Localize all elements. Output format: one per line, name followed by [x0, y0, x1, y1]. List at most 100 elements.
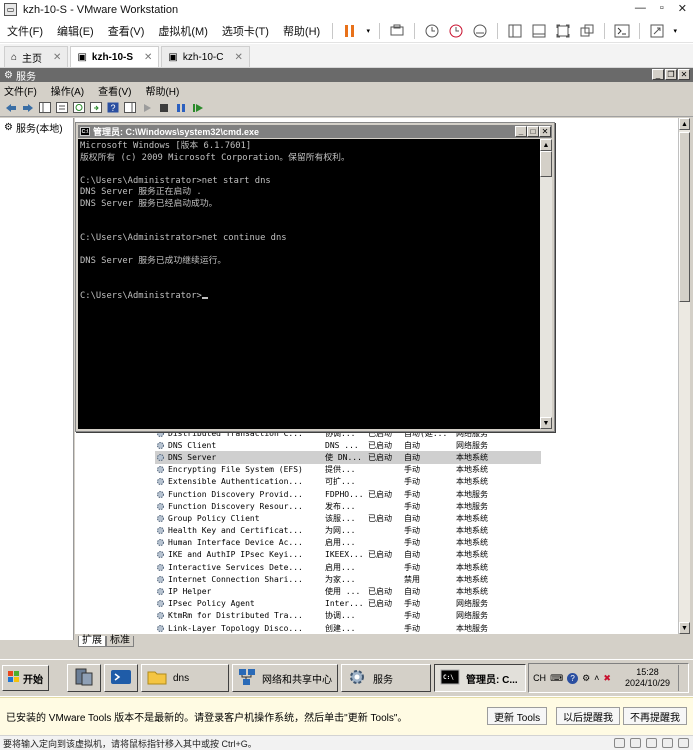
- help-icon[interactable]: ?: [105, 101, 120, 115]
- table-row[interactable]: Function Discovery Provid... FDPHO... 已启动 手…: [155, 488, 541, 500]
- services-restore-button[interactable]: ❐: [665, 69, 677, 80]
- update-tools-button[interactable]: 更新 Tools: [487, 707, 548, 725]
- remind-later-button[interactable]: 以后提醒我: [556, 707, 620, 725]
- scroll-up-icon[interactable]: ▲: [679, 118, 690, 130]
- settings-icon[interactable]: ⚙: [582, 673, 590, 684]
- scroll-thumb[interactable]: [540, 151, 552, 177]
- revert-snapshot-icon[interactable]: [446, 21, 466, 41]
- tab-extended[interactable]: 扩展: [78, 636, 106, 647]
- table-row[interactable]: IP Helper 使用 ... 已启动 自动 本地系统: [155, 585, 541, 597]
- services-minimize-button[interactable]: _: [652, 69, 664, 80]
- close-tab-icon[interactable]: ✕: [234, 52, 242, 63]
- menu-help[interactable]: 帮助(H): [276, 23, 327, 39]
- show-hide-action-pane-icon[interactable]: [122, 101, 137, 115]
- pause-dropdown-icon[interactable]: ▾: [364, 21, 372, 41]
- menu-vm[interactable]: 虚拟机(M): [151, 23, 215, 39]
- properties-icon[interactable]: [54, 101, 69, 115]
- show-hidden-icons-icon[interactable]: ˄: [594, 673, 599, 683]
- network-warning-icon[interactable]: ✖: [603, 673, 611, 684]
- scroll-up-icon[interactable]: ▲: [540, 139, 552, 151]
- snapshot-manager-icon[interactable]: [470, 21, 490, 41]
- taskbar-cmd[interactable]: C:\ 管理员: C...: [434, 664, 526, 692]
- start-service-icon[interactable]: [139, 101, 154, 115]
- tree-item-services-local[interactable]: ⚙ 服务(本地): [0, 118, 73, 137]
- send-ctrl-alt-del-icon[interactable]: [387, 21, 407, 41]
- menu-view[interactable]: 查看(V): [101, 23, 152, 39]
- menu-file[interactable]: 文件(F): [0, 23, 50, 39]
- menu-tabs[interactable]: 选项卡(T): [215, 23, 276, 39]
- menu-edit[interactable]: 编辑(E): [50, 23, 101, 39]
- table-row[interactable]: Interactive Services Dete... 启用... 手动 本地系统: [155, 561, 541, 573]
- stop-service-icon[interactable]: [156, 101, 171, 115]
- cmd-window[interactable]: C:\ 管理员: C:\Windows\system32\cmd.exe _ □…: [75, 122, 555, 432]
- stretch-dropdown-icon[interactable]: ▾: [671, 21, 679, 41]
- table-row[interactable]: Extensible Authentication... 可扩... 手动 本地系统: [155, 476, 541, 488]
- tab-home[interactable]: ⌂ 主页 ✕: [4, 46, 69, 67]
- table-row[interactable]: KtmRm for Distributed Tra... 协调... 手动 网络服务: [155, 610, 541, 622]
- close-tab-icon[interactable]: ✕: [53, 52, 61, 63]
- restart-service-icon[interactable]: [190, 101, 205, 115]
- table-row[interactable]: Health Key and Certificat... 为网... 手动 本地系统: [155, 525, 541, 537]
- clock[interactable]: 15:28 2024/10/29: [625, 667, 670, 689]
- cmd-close-button[interactable]: ✕: [539, 126, 551, 137]
- scroll-thumb[interactable]: [679, 132, 690, 302]
- snapshot-icon[interactable]: [422, 21, 442, 41]
- scroll-down-icon[interactable]: ▼: [540, 417, 552, 429]
- cdrom-icon[interactable]: [630, 738, 641, 748]
- table-row[interactable]: Group Policy Client 该服... 已启动 自动 本地系统: [155, 512, 541, 524]
- services-close-button[interactable]: ✕: [678, 69, 690, 80]
- svc-menu-help[interactable]: 帮助(H): [145, 83, 179, 98]
- maximize-icon[interactable]: ▫: [660, 2, 664, 15]
- taskbar-network-center[interactable]: 网络和共享中心: [232, 664, 338, 692]
- display-icon[interactable]: [678, 738, 689, 748]
- close-icon[interactable]: ✕: [678, 2, 687, 15]
- svc-menu-action[interactable]: 操作(A): [51, 83, 84, 98]
- svc-menu-view[interactable]: 查看(V): [98, 83, 131, 98]
- start-button[interactable]: 开始: [2, 665, 49, 691]
- hdd-icon[interactable]: [614, 738, 625, 748]
- table-row[interactable]: Internet Connection Shari... 为家... 禁用 本地系统: [155, 573, 541, 585]
- back-icon[interactable]: [3, 101, 18, 115]
- refresh-icon[interactable]: [71, 101, 86, 115]
- usb-icon[interactable]: [662, 738, 673, 748]
- table-row[interactable]: DNS Client DNS ... 已启动 自动 网络服务: [155, 439, 541, 451]
- cmd-console-output[interactable]: Microsoft Windows [版本 6.1.7601] 版权所有 (c) …: [78, 139, 540, 429]
- close-tab-icon[interactable]: ✕: [144, 52, 152, 63]
- pause-service-icon[interactable]: [173, 101, 188, 115]
- table-row[interactable]: IPsec Policy Agent Inter... 已启动 手动 网络服务: [155, 598, 541, 610]
- taskbar-dns-folder[interactable]: dns: [141, 664, 229, 692]
- taskbar-powershell[interactable]: [104, 664, 138, 692]
- guest-screen[interactable]: ⚙ 服务 _ ❐ ✕ 文件(F) 操作(A) 查看(V) 帮助(H) ? ⚙ 服…: [0, 68, 693, 696]
- taskbar-services[interactable]: 服务: [341, 664, 431, 692]
- table-row[interactable]: DNS Server 使 DN... 已启动 自动 本地系统: [155, 451, 541, 464]
- services-vertical-scrollbar[interactable]: ▲ ▼: [678, 118, 690, 634]
- taskbar-server-manager[interactable]: [67, 664, 101, 692]
- console-view-icon[interactable]: [529, 21, 549, 41]
- forward-icon[interactable]: [20, 101, 35, 115]
- language-indicator[interactable]: CH: [533, 673, 546, 683]
- export-list-icon[interactable]: [88, 101, 103, 115]
- table-row[interactable]: Link-Layer Topology Disco... 创建... 手动 本地服务: [155, 622, 541, 634]
- table-row[interactable]: Function Discovery Resour... 发布... 手动 本地服务: [155, 500, 541, 512]
- cmd-vertical-scrollbar[interactable]: ▲ ▼: [540, 139, 552, 429]
- fullscreen-icon[interactable]: [553, 21, 573, 41]
- terminal-icon[interactable]: [612, 21, 632, 41]
- network-adapter-icon[interactable]: [646, 738, 657, 748]
- unity-icon[interactable]: [577, 21, 597, 41]
- table-row[interactable]: IKE and AuthIP IPsec Keyi... IKEEX... 已启动 自…: [155, 549, 541, 561]
- svc-menu-file[interactable]: 文件(F): [4, 83, 37, 98]
- help-icon[interactable]: ?: [567, 672, 579, 684]
- pause-icon[interactable]: [340, 21, 360, 41]
- cmd-titlebar[interactable]: C:\ 管理员: C:\Windows\system32\cmd.exe _ □…: [78, 125, 552, 138]
- tab-standard[interactable]: 标准: [106, 636, 134, 647]
- stretch-icon[interactable]: [647, 21, 667, 41]
- never-remind-button[interactable]: 不再提醒我: [623, 707, 687, 725]
- show-desktop-button[interactable]: [678, 665, 684, 691]
- sidebar-toggle-icon[interactable]: [505, 21, 525, 41]
- tab-kzh-10-c[interactable]: ▣ kzh-10-C ✕: [161, 46, 250, 67]
- tab-kzh-10-s[interactable]: ▣ kzh-10-S ✕: [70, 46, 160, 67]
- scroll-down-icon[interactable]: ▼: [679, 622, 690, 634]
- table-row[interactable]: Human Interface Device Ac... 启用... 手动 本地系统: [155, 537, 541, 549]
- keyboard-icon[interactable]: ⌨: [550, 673, 563, 684]
- console-tree-icon[interactable]: [37, 101, 52, 115]
